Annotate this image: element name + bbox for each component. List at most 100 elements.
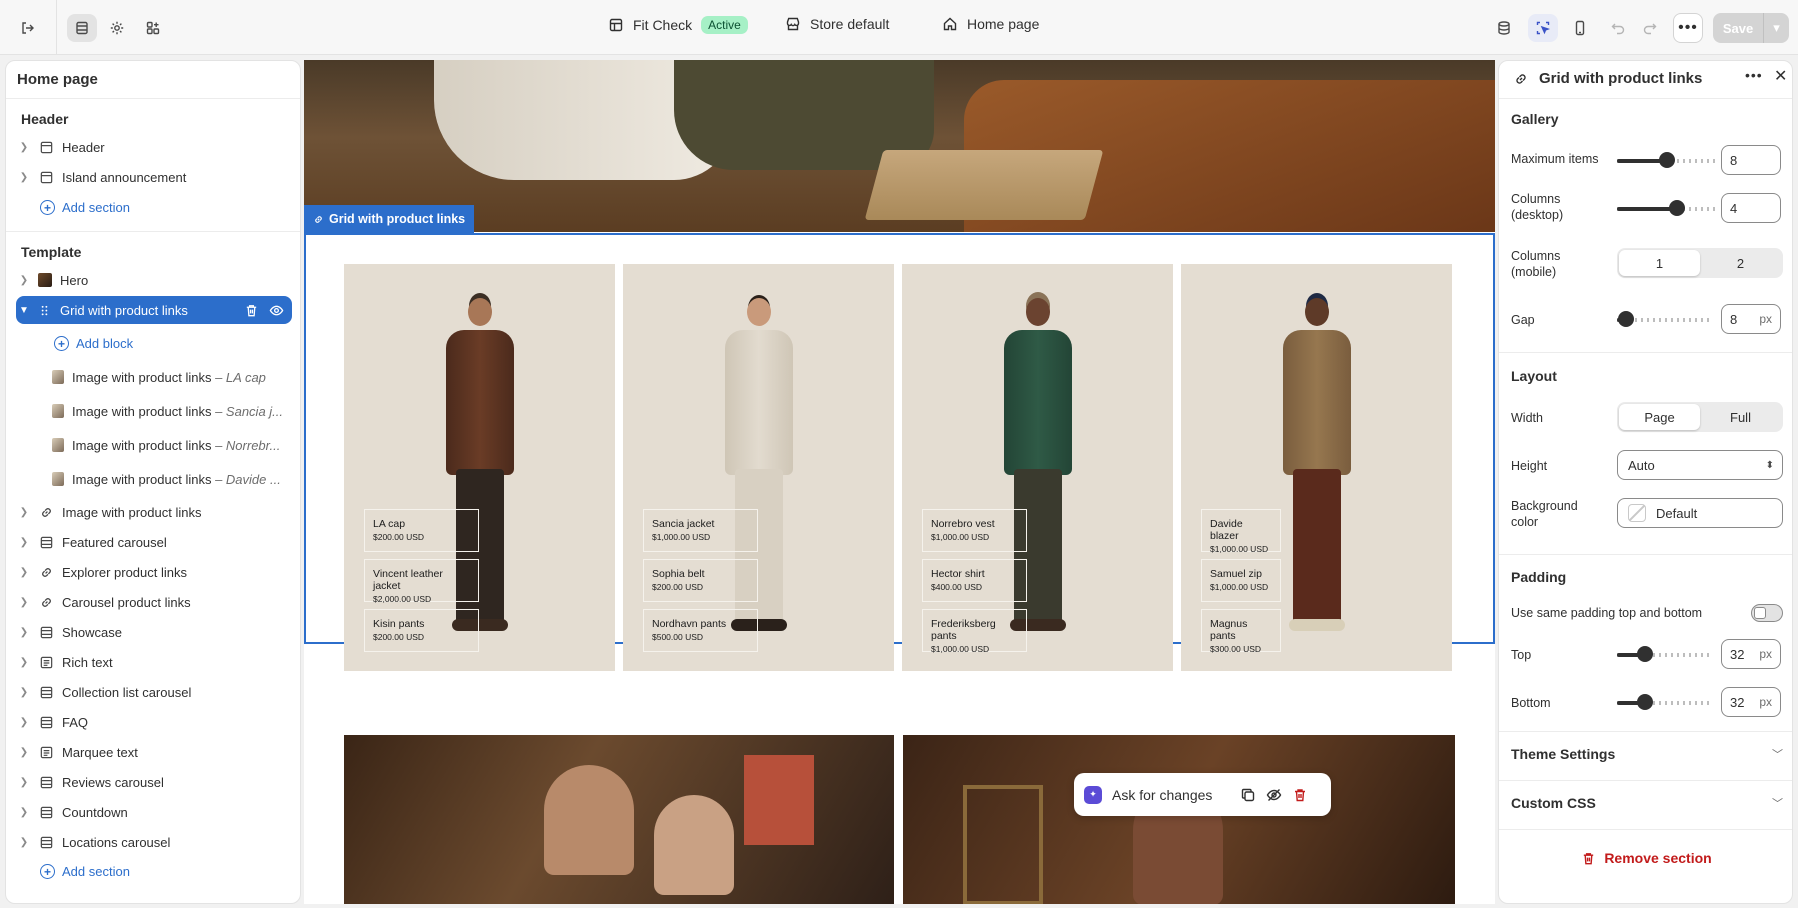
mobile-icon[interactable] xyxy=(1565,14,1595,42)
product-label[interactable]: Samuel zip $1,000.00 USD xyxy=(1201,559,1281,602)
section-item[interactable]: ❯ Marquee text xyxy=(16,738,292,766)
product-image-card[interactable]: LA cap $200.00 USD Vincent leather jacket… xyxy=(344,264,615,671)
slider-handle[interactable] xyxy=(1636,694,1653,710)
add-section-button[interactable]: + Add section xyxy=(40,864,130,879)
chevron-right-icon[interactable]: ❯ xyxy=(16,657,32,668)
product-label[interactable]: Kisin pants $200.00 USD xyxy=(364,609,479,652)
sections-icon[interactable] xyxy=(67,14,97,42)
save-button[interactable]: Save ▾ xyxy=(1713,13,1789,43)
custom-css-accordion[interactable]: Custom CSS ﹀ xyxy=(1511,795,1783,811)
chevron-right-icon[interactable]: ❯ xyxy=(16,507,32,518)
padding-bottom-input[interactable]: 32 px xyxy=(1721,687,1781,717)
remove-section-button[interactable]: Remove section xyxy=(1499,850,1792,866)
block-item[interactable]: Image with product links – LA cap xyxy=(46,363,292,391)
product-label[interactable]: Davide blazer $1,000.00 USD xyxy=(1201,509,1281,554)
drag-handle-icon[interactable] xyxy=(36,302,52,318)
gap-slider[interactable] xyxy=(1617,311,1709,327)
more-actions-button[interactable]: ••• xyxy=(1673,13,1703,43)
product-label[interactable]: LA cap $200.00 USD xyxy=(364,509,479,552)
section-item[interactable]: ❯ Carousel product links xyxy=(16,588,292,616)
trash-icon[interactable] xyxy=(244,303,259,318)
block-item[interactable]: Image with product links – Sancia j... xyxy=(46,397,292,425)
product-image-card[interactable]: Norrebro vest $1,000.00 USD Hector shirt $… xyxy=(902,264,1173,671)
store-selector[interactable]: Store default xyxy=(785,16,889,32)
section-item-island-announcement[interactable]: ❯ Island announcement xyxy=(16,163,292,191)
gap-input[interactable]: 8 px xyxy=(1721,304,1781,334)
section-item[interactable]: ❯ FAQ xyxy=(16,708,292,736)
columns-desktop-input[interactable]: 4 xyxy=(1721,193,1781,223)
exit-icon[interactable] xyxy=(13,14,43,42)
columns-desktop-slider[interactable] xyxy=(1617,200,1717,216)
add-section-button[interactable]: + Add section xyxy=(40,200,130,215)
slider-handle[interactable] xyxy=(1636,646,1653,662)
page-selector[interactable]: Home page xyxy=(942,16,1039,32)
chevron-right-icon[interactable]: ❯ xyxy=(16,747,32,758)
product-label[interactable]: Frederiksberg pants $1,000.00 USD xyxy=(922,609,1027,654)
section-item[interactable]: ❯ Explorer product links xyxy=(16,558,292,586)
product-label[interactable]: Sophia belt $200.00 USD xyxy=(643,559,758,602)
trash-icon[interactable] xyxy=(1292,787,1308,803)
add-block-button[interactable]: + Add block xyxy=(54,336,133,351)
padding-top-slider[interactable] xyxy=(1617,646,1709,662)
ask-for-changes-button[interactable]: Ask for changes xyxy=(1112,787,1212,803)
product-label[interactable]: Sancia jacket $1,000.00 USD xyxy=(643,509,758,552)
padding-top-input[interactable]: 32 px xyxy=(1721,639,1781,669)
chevron-right-icon[interactable]: ❯ xyxy=(16,687,32,698)
max-items-slider[interactable] xyxy=(1617,152,1717,168)
theme-settings-accordion[interactable]: Theme Settings ﹀ xyxy=(1511,746,1783,762)
chevron-right-icon[interactable]: ❯ xyxy=(16,597,32,608)
fit-check-selector[interactable]: Fit Check Active xyxy=(608,16,748,34)
section-item[interactable]: ❯ Locations carousel xyxy=(16,828,292,856)
chevron-right-icon[interactable]: ❯ xyxy=(16,537,32,548)
product-label[interactable]: Hector shirt $400.00 USD xyxy=(922,559,1027,602)
chevron-right-icon[interactable]: ❯ xyxy=(16,567,32,578)
product-label[interactable]: Vincent leather jacket $2,000.00 USD xyxy=(364,559,479,604)
chevron-right-icon[interactable]: ❯ xyxy=(16,777,32,788)
block-item[interactable]: Image with product links – Davide ... xyxy=(46,465,292,493)
gear-icon[interactable] xyxy=(102,14,132,42)
chevron-right-icon[interactable]: ❯ xyxy=(16,275,32,286)
product-image-card[interactable]: Davide blazer $1,000.00 USD Samuel zip $1,… xyxy=(1181,264,1452,671)
padding-bottom-slider[interactable] xyxy=(1617,694,1709,710)
section-item[interactable]: ❯ Reviews carousel xyxy=(16,768,292,796)
preview-canvas[interactable]: Grid with product links LA cap $200.00 US… xyxy=(304,60,1495,904)
redo-icon[interactable] xyxy=(1635,14,1665,42)
width-option-full[interactable]: Full xyxy=(1700,404,1781,430)
width-option-page[interactable]: Page xyxy=(1619,404,1700,430)
database-icon[interactable] xyxy=(1489,14,1519,42)
slider-handle[interactable] xyxy=(1618,311,1635,327)
background-color-picker[interactable]: Default xyxy=(1617,498,1783,528)
ellipsis-icon[interactable]: ••• xyxy=(1745,67,1763,83)
section-item[interactable]: ❯ Rich text xyxy=(16,648,292,676)
section-item[interactable]: ❯ Showcase xyxy=(16,618,292,646)
section-item[interactable]: ❯ Countdown xyxy=(16,798,292,826)
section-item[interactable]: ❯ Featured carousel xyxy=(16,528,292,556)
chevron-right-icon[interactable]: ❯ xyxy=(16,717,32,728)
chevron-down-icon[interactable]: ▼ xyxy=(16,305,32,316)
section-item-grid-with-product-links[interactable]: ▼ Grid with product links xyxy=(16,296,292,324)
product-label[interactable]: Magnus pants $300.00 USD xyxy=(1201,609,1281,654)
duplicate-icon[interactable] xyxy=(1240,787,1256,803)
undo-icon[interactable] xyxy=(1603,14,1633,42)
height-select[interactable]: Auto ⬍ xyxy=(1617,450,1783,480)
section-item-hero[interactable]: ❯ Hero xyxy=(16,266,292,294)
chevron-right-icon[interactable]: ❯ xyxy=(16,807,32,818)
same-padding-toggle[interactable] xyxy=(1751,604,1783,622)
product-image-card[interactable]: Sancia jacket $1,000.00 USD Sophia belt $2… xyxy=(623,264,894,671)
chevron-right-icon[interactable]: ❯ xyxy=(16,172,32,183)
product-label[interactable]: Nordhavn pants $500.00 USD xyxy=(643,609,758,652)
apps-icon[interactable] xyxy=(138,14,168,42)
columns-mobile-option-2[interactable]: 2 xyxy=(1700,250,1781,276)
slider-handle[interactable] xyxy=(1669,200,1685,216)
close-icon[interactable]: ✕ xyxy=(1774,66,1787,86)
max-items-input[interactable]: 8 xyxy=(1721,145,1781,175)
section-item-header[interactable]: ❯ Header xyxy=(16,133,292,161)
chevron-right-icon[interactable]: ❯ xyxy=(16,837,32,848)
columns-mobile-option-1[interactable]: 1 xyxy=(1619,250,1700,276)
chevron-down-icon[interactable]: ▾ xyxy=(1763,13,1789,43)
chevron-right-icon[interactable]: ❯ xyxy=(16,142,32,153)
chevron-right-icon[interactable]: ❯ xyxy=(16,627,32,638)
section-item[interactable]: ❯ Image with product links xyxy=(16,498,292,526)
block-item[interactable]: Image with product links – Norrebr... xyxy=(46,431,292,459)
section-item[interactable]: ❯ Collection list carousel xyxy=(16,678,292,706)
